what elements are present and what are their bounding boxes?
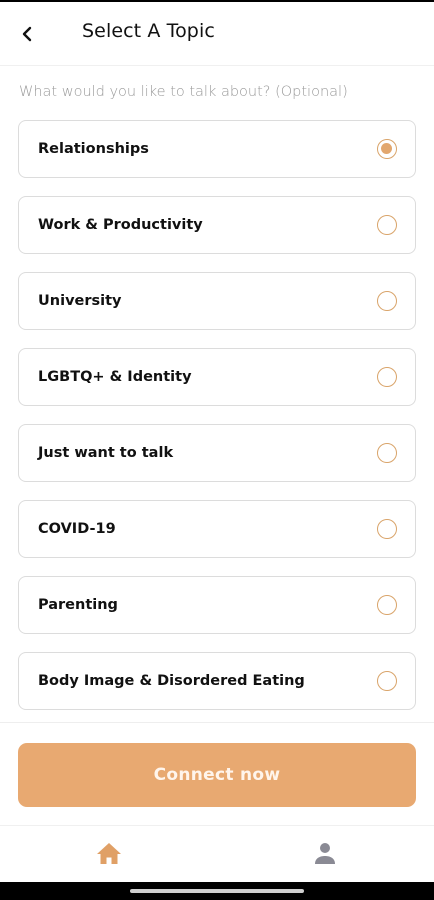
radio-unselected-icon[interactable] [377,671,397,691]
radio-unselected-icon[interactable] [377,519,397,539]
topic-prompt: What would you like to talk about? (Opti… [19,84,348,100]
topic-label: Body Image & Disordered Eating [38,673,305,689]
radio-unselected-icon[interactable] [377,291,397,311]
home-indicator[interactable] [130,889,304,893]
bottom-nav [0,825,434,882]
header: Select A Topic [0,2,434,66]
topic-label: LGBTQ+ & Identity [38,369,192,385]
nav-home-button[interactable] [95,840,123,868]
topic-label: Parenting [38,597,118,613]
topic-option-just-want-to-talk[interactable]: Just want to talk [18,424,416,482]
topic-label: COVID-19 [38,521,116,537]
topic-list: Relationships Work & Productivity Univer… [18,120,416,728]
topic-label: University [38,293,122,309]
nav-profile-button[interactable] [312,840,338,868]
radio-unselected-icon[interactable] [377,595,397,615]
radio-unselected-icon[interactable] [377,367,397,387]
profile-icon [315,843,335,864]
topic-option-work-productivity[interactable]: Work & Productivity [18,196,416,254]
topic-label: Relationships [38,141,149,157]
back-button[interactable] [10,16,44,52]
topic-option-parenting[interactable]: Parenting [18,576,416,634]
system-nav-bar [0,882,434,900]
radio-selected-icon[interactable] [377,139,397,159]
topic-label: Work & Productivity [38,217,203,233]
radio-unselected-icon[interactable] [377,215,397,235]
topic-option-lgbtq-identity[interactable]: LGBTQ+ & Identity [18,348,416,406]
connect-now-button[interactable]: Connect now [18,743,416,807]
page-title: Select A Topic [82,20,215,42]
topic-label: Just want to talk [38,445,174,461]
radio-unselected-icon[interactable] [377,443,397,463]
divider [0,722,434,723]
topic-option-university[interactable]: University [18,272,416,330]
chevron-left-icon [22,26,32,42]
topic-option-body-image[interactable]: Body Image & Disordered Eating [18,652,416,710]
topic-option-relationships[interactable]: Relationships [18,120,416,178]
home-icon [97,843,121,864]
connect-now-label: Connect now [153,765,281,785]
topic-option-covid-19[interactable]: COVID-19 [18,500,416,558]
